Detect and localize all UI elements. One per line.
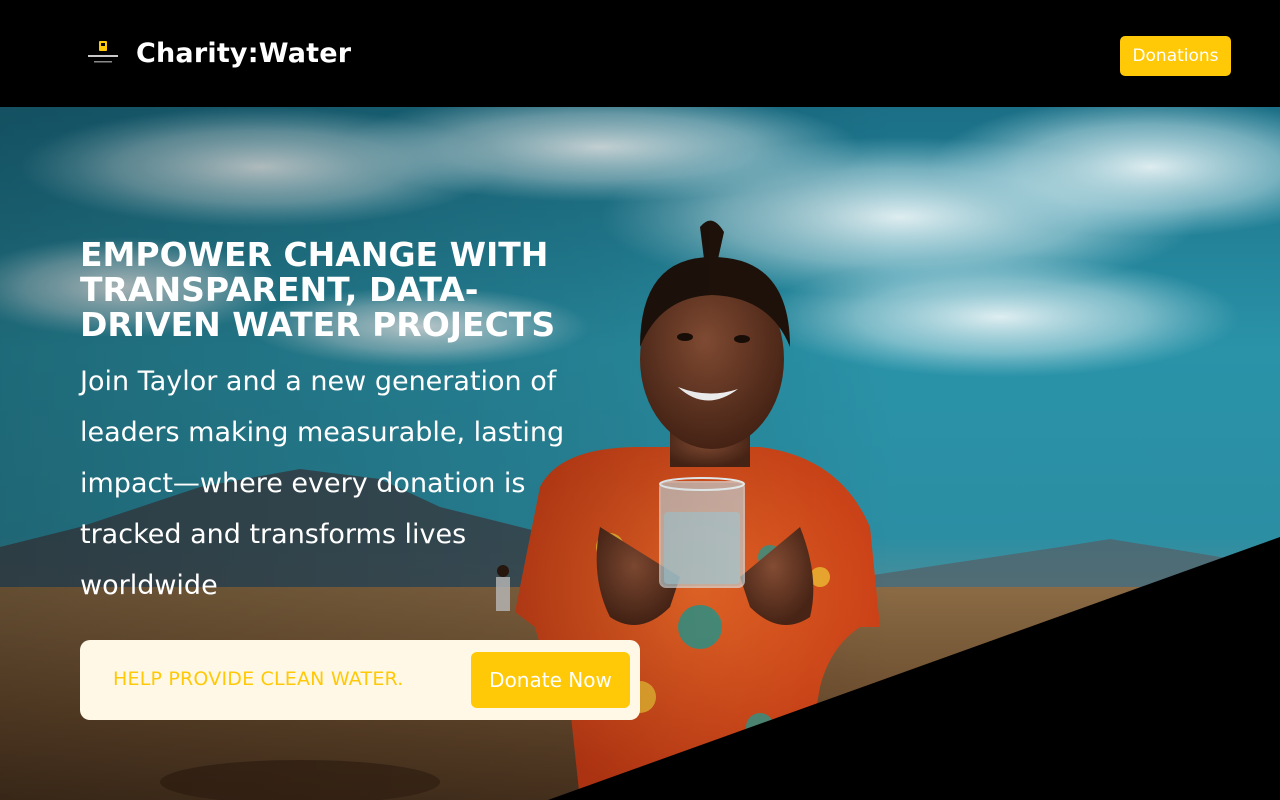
landing-page: Charity:Water Donations EMPOWER CHANGE W… [0,0,1280,800]
brand[interactable]: Charity:Water [84,38,351,70]
charity-water-logo-icon [84,38,122,70]
donation-cta-card: HELP PROVIDE CLEAN WATER. Donate Now [80,640,640,720]
site-header: Charity:Water Donations [0,0,1280,107]
donations-button[interactable]: Donations [1120,36,1231,76]
hero-content: EMPOWER CHANGE WITH TRANSPARENT, DATA-DR… [80,237,640,611]
hero-headline: EMPOWER CHANGE WITH TRANSPARENT, DATA-DR… [80,235,556,344]
brand-name: Charity:Water [136,38,352,69]
cta-text: HELP PROVIDE CLEAN WATER. [113,668,404,690]
hero-subheadline: Join Taylor and a new generation of lead… [80,366,565,601]
hero-section: EMPOWER CHANGE WITH TRANSPARENT, DATA-DR… [0,107,1280,800]
donate-now-button[interactable]: Donate Now [471,652,630,708]
